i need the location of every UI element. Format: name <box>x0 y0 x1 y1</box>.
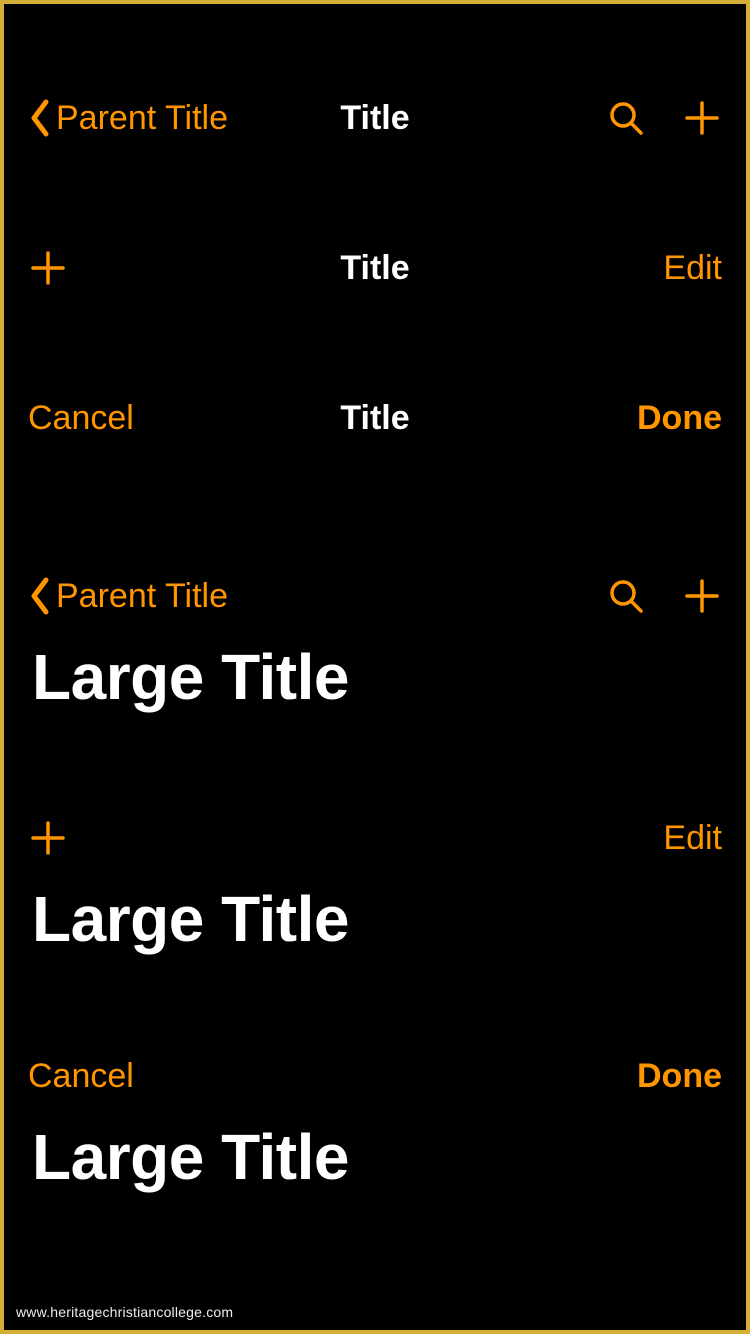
nav-left: Cancel <box>28 399 228 438</box>
cancel-button[interactable]: Cancel <box>28 1057 134 1096</box>
chevron-left-icon <box>28 98 52 138</box>
search-button[interactable] <box>606 98 646 138</box>
edit-button[interactable]: Edit <box>663 249 722 288</box>
back-label: Parent Title <box>56 577 228 616</box>
nav-right <box>522 576 722 616</box>
nav-right: Done <box>522 1057 722 1096</box>
done-button[interactable]: Done <box>637 399 722 438</box>
navbar-large-cancel-done: Cancel Done Large Title <box>4 1032 746 1210</box>
back-button[interactable]: Parent Title <box>28 98 228 138</box>
navbar-large-add-edit: Edit Large Title <box>4 794 746 972</box>
nav-right: Edit <box>522 819 722 858</box>
nav-title: Title <box>228 99 522 138</box>
navbar-large-back: Parent Title Large Title <box>4 552 746 730</box>
navbar-row: Cancel Done <box>4 1032 746 1120</box>
back-label: Parent Title <box>56 99 228 138</box>
large-title: Large Title <box>4 1120 746 1210</box>
nav-left: Parent Title <box>28 576 228 616</box>
navbar-row: Parent Title Title <box>4 74 746 162</box>
nav-left: Parent Title <box>28 98 228 138</box>
large-title: Large Title <box>4 640 746 730</box>
nav-left <box>28 248 228 288</box>
add-button[interactable] <box>28 248 68 288</box>
navbar-row: Edit <box>4 794 746 882</box>
footer-watermark: www.heritagechristiancollege.com <box>16 1304 233 1320</box>
nav-right <box>522 98 722 138</box>
nav-left <box>28 818 228 858</box>
nav-right: Edit <box>522 249 722 288</box>
back-button[interactable]: Parent Title <box>28 576 228 616</box>
edit-button[interactable]: Edit <box>663 819 722 858</box>
navbar-row: Cancel Title Done <box>4 374 746 462</box>
nav-right: Done <box>522 399 722 438</box>
navbar-row: Title Edit <box>4 224 746 312</box>
done-button[interactable]: Done <box>637 1057 722 1096</box>
nav-left: Cancel <box>28 1057 228 1096</box>
search-button[interactable] <box>606 576 646 616</box>
navbar-compact-add-edit: Title Edit <box>4 224 746 312</box>
navbar-compact-cancel-done: Cancel Title Done <box>4 374 746 462</box>
navbar-compact-back: Parent Title Title <box>4 74 746 162</box>
nav-title: Title <box>228 399 522 438</box>
navbar-row: Parent Title <box>4 552 746 640</box>
add-button[interactable] <box>28 818 68 858</box>
add-button[interactable] <box>682 576 722 616</box>
chevron-left-icon <box>28 576 52 616</box>
add-button[interactable] <box>682 98 722 138</box>
large-title: Large Title <box>4 882 746 972</box>
cancel-button[interactable]: Cancel <box>28 399 134 438</box>
nav-title: Title <box>228 249 522 288</box>
